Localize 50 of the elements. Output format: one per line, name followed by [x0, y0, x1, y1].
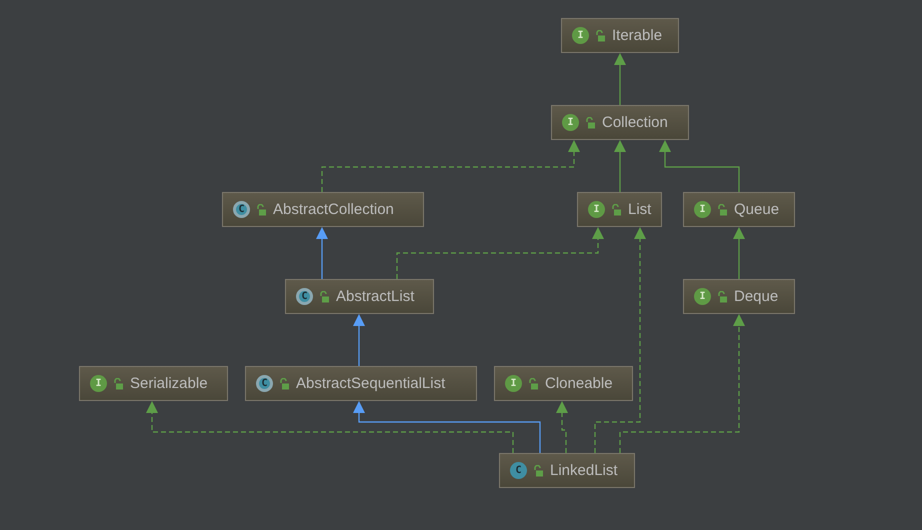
class-name: Deque [734, 288, 778, 305]
lock-icon [279, 378, 290, 390]
lock-icon [319, 290, 330, 302]
lock-icon [595, 30, 606, 42]
class-node[interactable]: I Deque [683, 279, 795, 314]
class-node[interactable]: I Cloneable [494, 366, 633, 401]
class-name: LinkedList [550, 462, 618, 479]
inheritance-arrow [614, 53, 626, 105]
class-node[interactable]: I List [577, 192, 662, 227]
lock-icon [585, 116, 596, 128]
type-badge: C [256, 375, 273, 392]
class-name: AbstractSequentialList [296, 375, 446, 392]
lock-icon [528, 378, 539, 390]
class-name: Serializable [130, 375, 208, 392]
class-name: AbstractCollection [273, 201, 394, 218]
lock-icon [717, 204, 728, 216]
class-node[interactable]: I Collection [551, 105, 689, 140]
class-node[interactable]: C AbstractSequentialList [245, 366, 477, 401]
lock-icon [611, 204, 622, 216]
class-node[interactable]: I Serializable [79, 366, 228, 401]
implementation-arrow [556, 401, 568, 453]
type-badge: I [90, 375, 107, 392]
type-badge: C [510, 462, 527, 479]
type-badge: C [233, 201, 250, 218]
class-name: AbstractList [336, 288, 414, 305]
class-node[interactable]: C AbstractCollection [222, 192, 424, 227]
class-name: Cloneable [545, 375, 613, 392]
class-node[interactable]: I Queue [683, 192, 795, 227]
inheritance-arrow [733, 227, 745, 279]
class-name: List [628, 201, 652, 218]
class-name: Queue [734, 201, 780, 218]
type-badge: I [572, 27, 589, 44]
lock-icon [717, 290, 728, 302]
type-badge: I [588, 201, 605, 218]
type-badge: I [562, 114, 579, 131]
class-name: Iterable [612, 27, 662, 44]
inheritance-arrow [316, 227, 328, 279]
class-node[interactable]: C LinkedList [499, 453, 635, 488]
class-node[interactable]: I Iterable [561, 18, 679, 53]
type-badge: I [694, 201, 711, 218]
type-badge: I [694, 288, 711, 305]
type-badge: C [296, 288, 313, 305]
lock-icon [113, 378, 124, 390]
type-badge: I [505, 375, 522, 392]
inheritance-arrow [353, 314, 365, 366]
lock-icon [256, 204, 267, 216]
class-node[interactable]: C AbstractList [285, 279, 434, 314]
inheritance-arrow [614, 140, 626, 192]
class-name: Collection [602, 114, 668, 131]
lock-icon [533, 464, 544, 476]
